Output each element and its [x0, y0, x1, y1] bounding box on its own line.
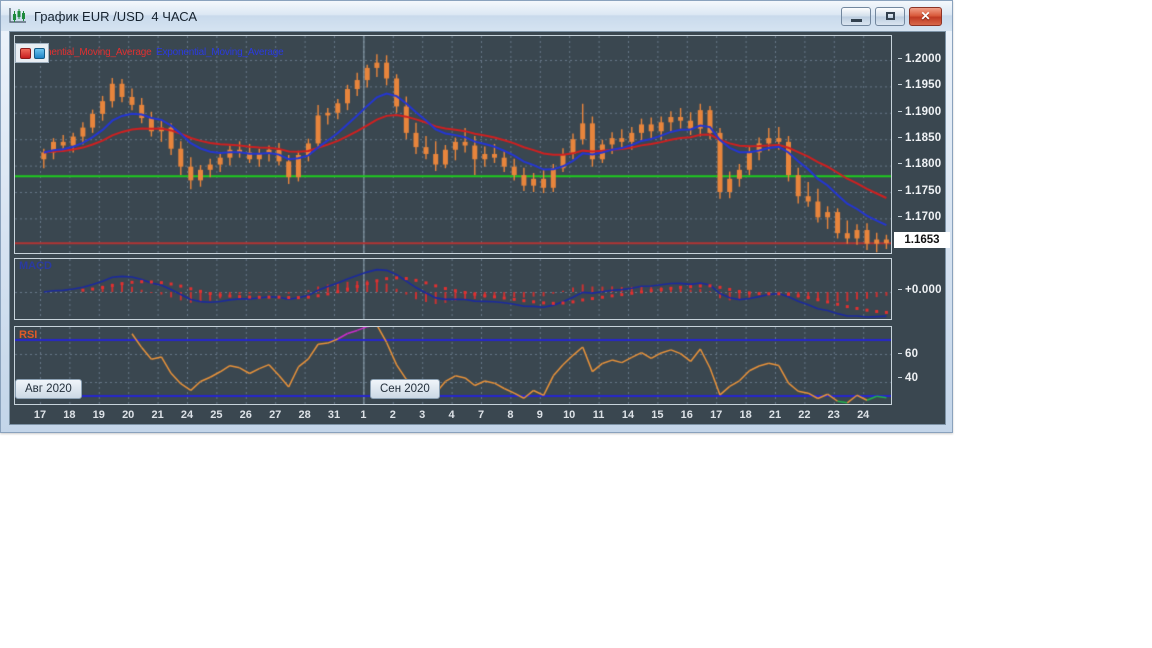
x-axis-label: 18 [63, 409, 76, 421]
x-axis-label: 14 [621, 409, 635, 421]
x-axis-label: 18 [739, 409, 752, 421]
price-tick: 1.1950 [898, 79, 950, 91]
x-axis-label: 3 [419, 409, 426, 421]
price-tick: 1.1850 [898, 132, 950, 144]
minimize-icon [850, 18, 862, 22]
x-axis-label: 10 [563, 409, 576, 421]
legend-ema-blue: Exponential_Moving_Average [156, 47, 284, 58]
x-axis-label: 4 [448, 409, 455, 421]
x-axis-label: 21 [768, 409, 782, 421]
price-tick: 1.1750 [898, 185, 950, 197]
indicator-swatch-box [15, 43, 49, 63]
x-axis-label: 22 [798, 409, 811, 421]
x-axis-label: 28 [298, 409, 311, 421]
x-axis-label: 7 [477, 409, 485, 421]
x-axis-label: 17 [710, 409, 723, 421]
x-axis-label: 26 [239, 409, 252, 421]
restore-button[interactable] [875, 6, 905, 26]
x-axis-label: 15 [651, 409, 664, 421]
candlestick-chart-icon[interactable] [9, 8, 27, 24]
month-badge-sep: Сен 2020 [370, 379, 440, 399]
macd-axis-label: +0.000 [898, 284, 950, 296]
window-title: График EUR /USD 4 ЧАСА [34, 8, 198, 24]
x-axis-label: 27 [269, 409, 282, 421]
x-axis-label: 24 [857, 409, 870, 421]
macd-label: MACD [19, 260, 52, 272]
x-axis-label: 11 [592, 409, 605, 421]
ema-red-swatch-button[interactable] [19, 47, 31, 59]
window-controls: ✕ [841, 6, 942, 26]
restore-icon [885, 12, 895, 20]
x-axis-label: 9 [536, 409, 543, 421]
rsi-tick-40: 40 [898, 372, 950, 384]
price-tick: 1.1700 [898, 211, 950, 223]
price-tick: 1.1900 [898, 106, 950, 118]
rsi-panel [14, 326, 892, 405]
x-axis-label: 2 [389, 409, 396, 421]
x-axis-label: 31 [327, 409, 341, 421]
x-axis-label: 23 [827, 409, 840, 421]
rsi-tick-60: 60 [898, 348, 950, 360]
x-axis-label: 16 [680, 409, 693, 421]
chart-area: Exponential_Moving_Average Exponential_M… [9, 31, 950, 426]
rsi-label: RSI [19, 329, 38, 341]
close-button[interactable]: ✕ [909, 6, 942, 26]
macd-canvas[interactable] [15, 259, 891, 319]
ema-blue-swatch-button[interactable] [33, 47, 45, 59]
current-price-label: 1.1653 [894, 232, 950, 248]
minimize-button[interactable] [841, 6, 871, 26]
rsi-canvas[interactable] [15, 327, 891, 404]
close-icon: ✕ [920, 9, 931, 23]
x-axis-label: 20 [122, 409, 135, 421]
x-axis-label: 1 [360, 409, 367, 421]
x-axis-label: 8 [507, 409, 514, 421]
titlebar[interactable]: График EUR /USD 4 ЧАСА ✕ [1, 1, 952, 31]
date-axis: 17 18 19 20 21 24 25 26 27 28 31 1 2 3 4 7 8 9 10 11 14 15 16 1… [10, 407, 947, 426]
macd-panel [14, 258, 892, 320]
month-badge-aug: Авг 2020 [15, 379, 82, 399]
x-axis-label: 19 [92, 409, 105, 421]
price-panel [14, 35, 892, 254]
price-tick: 1.2000 [898, 53, 950, 65]
x-axis-label: 25 [210, 409, 223, 421]
x-axis-label: 24 [180, 409, 194, 421]
chart-window: График EUR /USD 4 ЧАСА ✕ Exponential_Mov… [0, 0, 953, 433]
price-tick: 1.1800 [898, 158, 950, 170]
price-chart-canvas[interactable] [15, 36, 891, 253]
x-axis-label: 21 [151, 409, 164, 421]
x-axis-label: 17 [33, 409, 47, 421]
